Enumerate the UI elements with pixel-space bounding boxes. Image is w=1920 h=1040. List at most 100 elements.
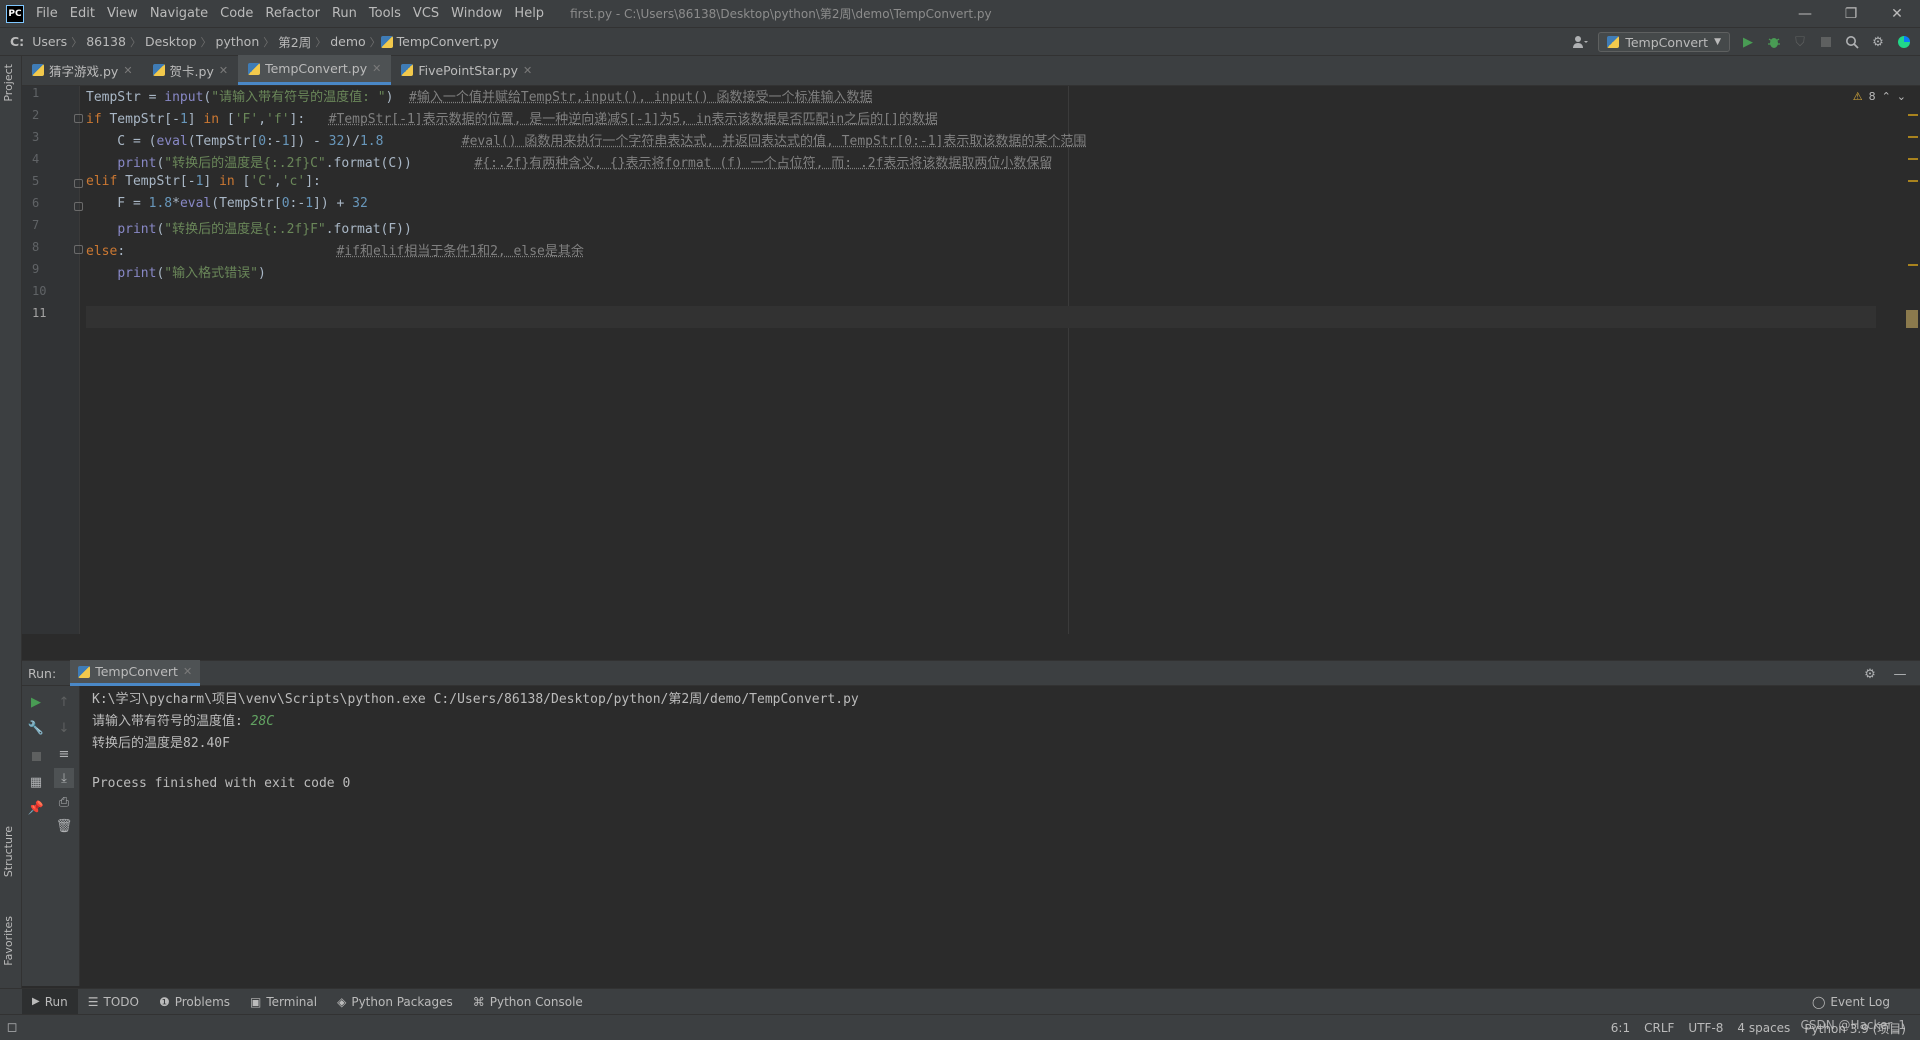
line-number[interactable]: 4 (22, 152, 80, 174)
soft-wrap-icon[interactable]: ≡ (54, 744, 74, 764)
python-console-tool-button[interactable]: ⌘ Python Console (463, 989, 593, 1015)
gear-icon[interactable]: ⚙ (1862, 666, 1878, 682)
stop-icon[interactable] (26, 746, 46, 766)
close-icon[interactable]: ✕ (123, 64, 132, 77)
line-number[interactable]: 9 (22, 262, 80, 284)
fold-marker-icon[interactable] (74, 114, 83, 123)
breadcrumb-file[interactable]: TempConvert.py (393, 34, 503, 49)
tab-fivepointstar[interactable]: FivePointStar.py ✕ (391, 55, 542, 85)
chevron-up-icon[interactable]: ⌃ (1882, 90, 1891, 103)
line-number[interactable]: 11 (22, 306, 80, 328)
fold-marker-icon[interactable] (74, 202, 83, 211)
structure-tool-button[interactable]: Structure (2, 826, 15, 877)
favorites-tool-button[interactable]: Favorites (2, 916, 15, 966)
code-line[interactable]: elif TempStr[-1] in ['C','c']: (86, 174, 1876, 196)
run-icon[interactable]: ▶ (1740, 34, 1756, 50)
breadcrumb-users[interactable]: Users (28, 34, 71, 49)
code-line[interactable]: if TempStr[-1] in ['F','f']: #TempStr[-1… (86, 108, 1876, 130)
scroll-to-end-icon[interactable]: ⤓ (54, 768, 74, 788)
toggle-tool-windows-icon[interactable]: ◻ (4, 1020, 20, 1036)
menu-run[interactable]: Run (326, 0, 363, 28)
breadcrumb-week2[interactable]: 第2周 (274, 32, 315, 51)
menu-code[interactable]: Code (214, 0, 259, 28)
error-stripe-mark[interactable] (1908, 158, 1918, 160)
wrench-icon[interactable]: 🔧 (26, 718, 46, 738)
debug-icon[interactable] (1766, 34, 1782, 50)
code-line[interactable] (86, 306, 1876, 328)
event-log-button[interactable]: ◯ Event Log (1812, 989, 1890, 1015)
code-line[interactable]: print("转换后的温度是{:.2f}F".format(F)) (86, 218, 1876, 240)
trash-icon[interactable]: 🗑 (54, 816, 74, 836)
code-line[interactable]: TempStr = input("请输入带有符号的温度值: ") #输入一个值并… (86, 86, 1876, 108)
line-number[interactable]: 3 (22, 130, 80, 152)
close-icon[interactable]: ✕ (523, 64, 532, 77)
fold-marker-icon[interactable] (74, 245, 83, 254)
layout-icon[interactable]: ▦ (26, 772, 46, 792)
user-icon[interactable] (1572, 34, 1589, 50)
menu-edit[interactable]: Edit (64, 0, 101, 28)
inspection-widget[interactable]: ⚠ 8 ⌃ ⌄ (1853, 90, 1906, 103)
error-stripe-mark[interactable] (1908, 114, 1918, 116)
menu-file[interactable]: File (30, 0, 64, 28)
menu-vcs[interactable]: VCS (407, 0, 445, 28)
breadcrumb-python[interactable]: python (212, 34, 264, 49)
run-configuration-selector[interactable]: TempConvert ▼ (1598, 32, 1730, 52)
line-number[interactable]: 8 (22, 240, 80, 262)
tab-greeting-card[interactable]: 贺卡.py ✕ (143, 55, 239, 85)
gear-icon[interactable]: ⚙ (1870, 34, 1886, 50)
code-line[interactable]: print("输入格式错误") (86, 262, 1876, 284)
todo-tool-button[interactable]: ☰ TODO (78, 989, 149, 1015)
python-packages-tool-button[interactable]: ◈ Python Packages (327, 989, 463, 1015)
code-lines[interactable]: TempStr = input("请输入带有符号的温度值: ") #输入一个值并… (86, 86, 1876, 328)
code-line[interactable]: else: #if和elif相当于条件1和2, else是其余 (86, 240, 1876, 262)
coverage-icon[interactable]: ⛉ (1792, 34, 1808, 50)
error-stripe-mark[interactable] (1908, 264, 1918, 266)
jetbrains-toolbox-icon[interactable] (1896, 34, 1912, 50)
minimize-button[interactable]: — (1782, 0, 1828, 28)
project-tool-button[interactable]: Project (2, 64, 15, 102)
menu-tools[interactable]: Tools (363, 0, 407, 28)
run-tab-tempconvert[interactable]: TempConvert ✕ (70, 660, 201, 686)
problems-tool-button[interactable]: ❶ Problems (149, 989, 240, 1015)
editor-gutter[interactable]: 1 2 3 4 5 6 7 8 9 10 11 (22, 86, 83, 634)
breadcrumb-desktop[interactable]: Desktop (141, 34, 201, 49)
breadcrumb-drive[interactable]: C: (0, 34, 28, 49)
close-window-button[interactable]: ✕ (1874, 0, 1920, 28)
pin-icon[interactable]: 📌 (26, 798, 46, 818)
run-tool-button[interactable]: ▶ Run (22, 988, 78, 1015)
menu-view[interactable]: View (101, 0, 144, 28)
error-stripe-mark[interactable] (1908, 136, 1918, 138)
print-icon[interactable]: ⎙ (54, 792, 74, 812)
fold-marker-icon[interactable] (74, 179, 83, 188)
rerun-icon[interactable]: ▶ (26, 692, 46, 712)
menu-help[interactable]: Help (508, 0, 550, 28)
menu-refactor[interactable]: Refactor (259, 0, 326, 28)
code-line[interactable]: F = 1.8*eval(TempStr[0:-1]) + 32 (86, 196, 1876, 218)
stop-icon[interactable] (1818, 34, 1834, 50)
terminal-tool-button[interactable]: ▣ Terminal (240, 989, 327, 1015)
hide-icon[interactable]: — (1892, 666, 1908, 682)
line-separator[interactable]: CRLF (1644, 1021, 1674, 1035)
line-number[interactable]: 1 (22, 86, 80, 108)
close-icon[interactable]: ✕ (372, 62, 381, 75)
menu-navigate[interactable]: Navigate (144, 0, 214, 28)
tab-guess-game[interactable]: 猜字游戏.py ✕ (22, 55, 143, 85)
breadcrumb-demo[interactable]: demo (326, 34, 369, 49)
search-icon[interactable] (1844, 34, 1860, 50)
code-line[interactable]: print("转换后的温度是{:.2f}C".format(C)) #{:.2f… (86, 152, 1876, 174)
error-stripe-mark[interactable] (1908, 180, 1918, 182)
line-number[interactable]: 10 (22, 284, 80, 306)
line-number[interactable]: 5 (22, 174, 80, 196)
code-editor[interactable]: 1 2 3 4 5 6 7 8 9 10 11 TempStr = input("请输入带有符号的温… (22, 86, 1920, 634)
file-encoding[interactable]: UTF-8 (1688, 1021, 1723, 1035)
close-icon[interactable]: ✕ (183, 665, 192, 678)
line-number[interactable]: 6 (22, 196, 80, 218)
indent-setting[interactable]: 4 spaces (1737, 1021, 1790, 1035)
caret-position[interactable]: 6:1 (1611, 1021, 1630, 1035)
line-number[interactable]: 2 (22, 108, 80, 130)
breadcrumb-86138[interactable]: 86138 (82, 34, 130, 49)
arrow-up-icon[interactable]: ↑ (54, 692, 74, 712)
tab-tempconvert[interactable]: TempConvert.py ✕ (238, 55, 392, 85)
console-output[interactable]: K:\学习\pycharm\项目\venv\Scripts\python.exe… (92, 688, 1892, 798)
menu-window[interactable]: Window (445, 0, 508, 28)
